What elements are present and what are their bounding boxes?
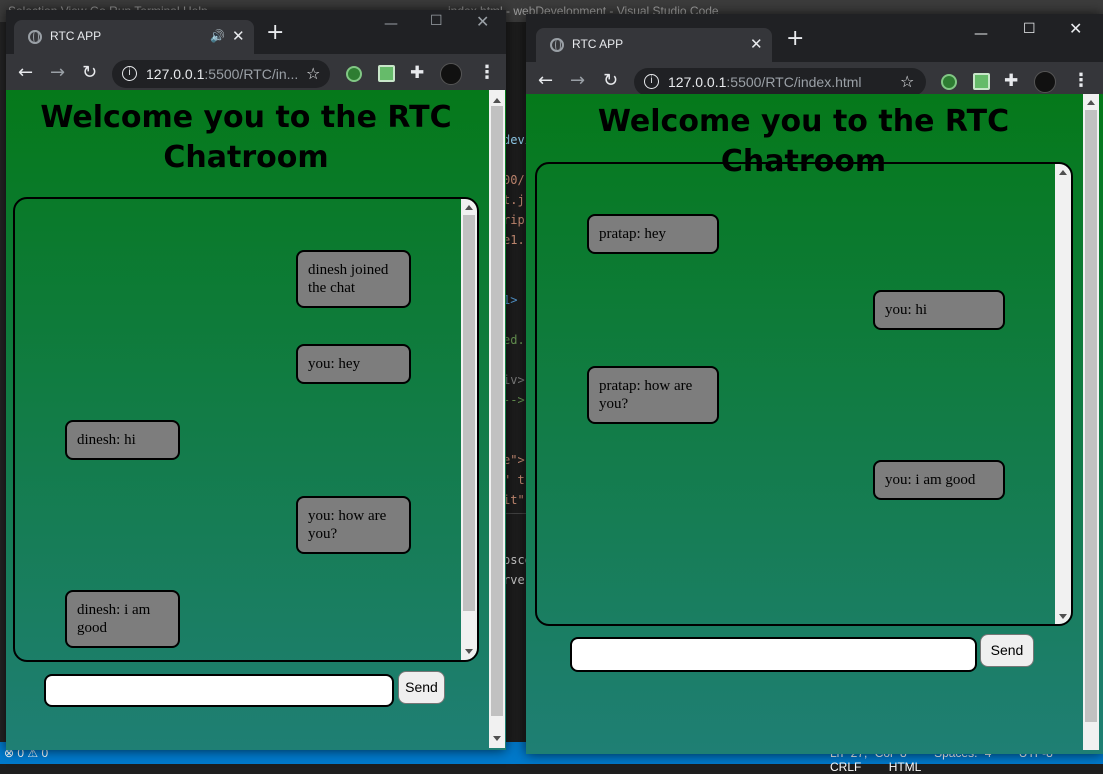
screen-capture-icon[interactable] [378, 65, 395, 82]
globe-icon [550, 38, 564, 52]
left-browser-window: RTC APP 🔊 ✕ + — ☐ ✕ ← → ↻ i 127.0.0.1:55… [6, 10, 506, 750]
menu-kebab-icon[interactable]: ⋮ [1072, 71, 1090, 91]
forward-icon[interactable]: → [50, 63, 65, 83]
back-icon[interactable]: ← [538, 71, 553, 91]
tab-rtc-app[interactable]: RTC APP 🔊 ✕ [14, 20, 254, 54]
speaker-icon[interactable]: 🔊 [210, 29, 225, 43]
address-bar[interactable]: i 127.0.0.1:5500/RTC/in... ☆ [112, 60, 330, 88]
close-window-icon[interactable]: ✕ [1069, 19, 1082, 38]
scrollbar-thumb[interactable] [491, 106, 503, 716]
page-scrollbar[interactable] [1083, 94, 1099, 750]
scrollbar-thumb[interactable] [463, 215, 475, 611]
extensions-puzzle-icon[interactable]: ✚ [1004, 71, 1018, 91]
minimize-icon[interactable]: — [384, 16, 398, 32]
send-button[interactable]: Send [980, 634, 1034, 667]
message-bubble-left: pratap: how are you? [587, 366, 719, 424]
minimize-icon[interactable]: — [974, 26, 988, 42]
maximize-icon[interactable]: ☐ [1023, 21, 1036, 37]
scrollbar-thumb[interactable] [1085, 110, 1097, 722]
chat-scrollbar[interactable] [461, 199, 477, 660]
chat-container[interactable]: pratap: hey you: hi pratap: how are you?… [535, 162, 1073, 626]
bookmark-star-icon[interactable]: ☆ [900, 72, 914, 91]
message-bubble-left: dinesh: i am good [65, 590, 180, 648]
page-scrollbar[interactable] [489, 90, 505, 748]
scroll-up-icon[interactable] [493, 98, 501, 103]
address-bar[interactable]: i 127.0.0.1:5500/RTC/index.html ☆ [634, 68, 926, 96]
forward-icon[interactable]: → [570, 71, 585, 91]
url-text: 127.0.0.1:5500/RTC/index.html [668, 74, 862, 90]
back-icon[interactable]: ← [18, 63, 33, 83]
eol-status[interactable]: CRLF [830, 760, 861, 774]
message-bubble-left: pratap: hey [587, 214, 719, 254]
message-bubble-right: you: hi [873, 290, 1005, 330]
profile-avatar[interactable] [1034, 71, 1056, 93]
tab-title: RTC APP [50, 29, 102, 43]
scroll-down-icon[interactable] [1059, 614, 1067, 619]
profile-avatar[interactable] [440, 63, 462, 85]
scroll-up-icon[interactable] [1087, 100, 1095, 105]
chat-scrollbar[interactable] [1055, 164, 1071, 624]
rtc-page: Welcome you to the RTC Chatroom pratap: … [526, 94, 1103, 754]
message-bubble-left: dinesh: hi [65, 420, 180, 460]
rtc-page: Welcome you to the RTC Chatroom dinesh j… [6, 90, 506, 750]
reload-icon[interactable]: ↻ [603, 71, 618, 91]
scroll-up-icon[interactable] [465, 205, 473, 210]
tab-strip: RTC APP ✕ + — ☐ ✕ [526, 14, 1103, 62]
extension-icon[interactable] [941, 74, 957, 90]
screen-capture-icon[interactable] [973, 73, 990, 90]
new-tab-icon[interactable]: + [266, 20, 284, 45]
tab-title: RTC APP [572, 37, 624, 51]
chat-container[interactable]: dinesh joined the chat you: hey dinesh: … [13, 197, 479, 662]
message-input[interactable] [44, 674, 394, 707]
language-mode[interactable]: HTML [889, 760, 922, 774]
url-text: 127.0.0.1:5500/RTC/in... [146, 66, 299, 82]
message-bubble-right: you: how are you? [296, 496, 411, 554]
message-input[interactable] [570, 637, 977, 672]
bookmark-star-icon[interactable]: ☆ [306, 64, 320, 83]
browser-toolbar: ← → ↻ i 127.0.0.1:5500/RTC/in... ☆ ✚ ⋮ [6, 54, 506, 94]
tab-rtc-app[interactable]: RTC APP ✕ [536, 28, 772, 62]
close-window-icon[interactable]: ✕ [476, 12, 489, 31]
scroll-down-icon[interactable] [493, 736, 501, 741]
message-bubble-right: you: i am good [873, 460, 1005, 500]
scroll-down-icon[interactable] [465, 649, 473, 654]
menu-kebab-icon[interactable]: ⋮ [478, 63, 496, 83]
message-bubble-right: you: hey [296, 344, 411, 384]
maximize-icon[interactable]: ☐ [430, 13, 443, 29]
send-button[interactable]: Send [398, 671, 445, 704]
extension-icon[interactable] [346, 66, 362, 82]
globe-icon [28, 30, 42, 44]
close-tab-icon[interactable]: ✕ [232, 27, 245, 45]
info-icon[interactable]: i [122, 66, 137, 81]
reload-icon[interactable]: ↻ [82, 63, 97, 83]
tab-strip: RTC APP 🔊 ✕ + — ☐ ✕ [6, 10, 506, 58]
close-tab-icon[interactable]: ✕ [750, 35, 763, 53]
new-tab-icon[interactable]: + [786, 26, 804, 51]
message-bubble-right: dinesh joined the chat [296, 250, 411, 308]
info-icon[interactable]: i [644, 74, 659, 89]
page-title: Welcome you to the RTC Chatroom [40, 100, 452, 175]
scroll-up-icon[interactable] [1059, 170, 1067, 175]
extensions-puzzle-icon[interactable]: ✚ [410, 63, 424, 83]
right-browser-window: RTC APP ✕ + — ☐ ✕ ← → ↻ i 127.0.0.1:5500… [526, 14, 1103, 754]
